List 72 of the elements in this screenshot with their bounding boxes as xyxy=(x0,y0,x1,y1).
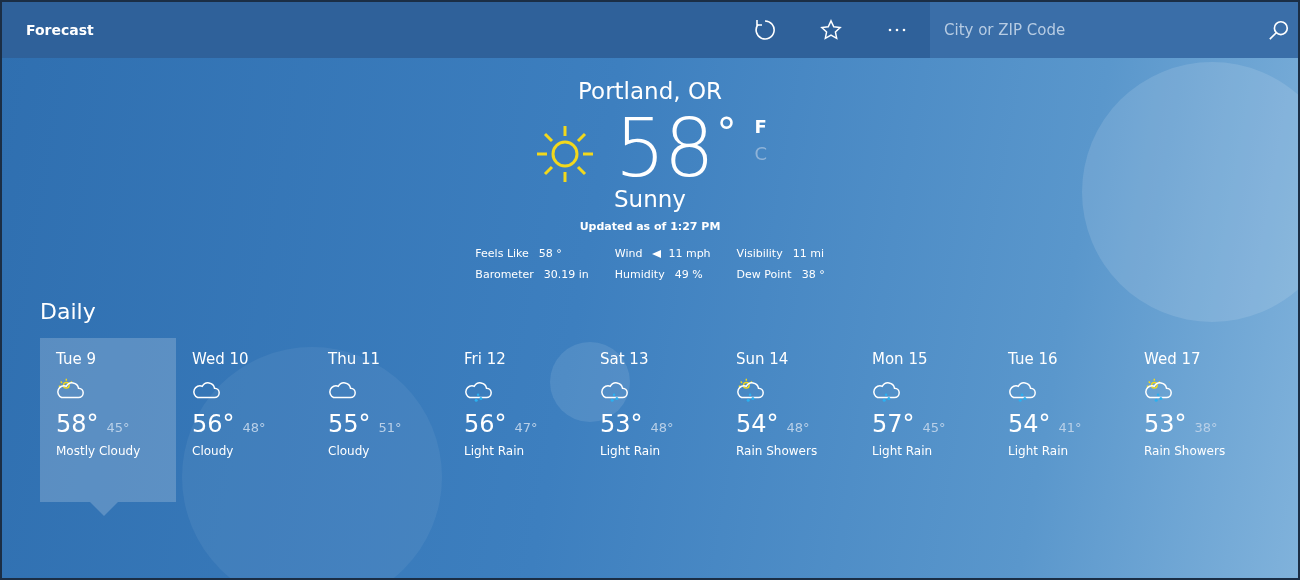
low-temperature: 48° xyxy=(786,420,810,435)
high-temperature: 55° xyxy=(328,410,371,438)
star-icon[interactable] xyxy=(820,19,842,41)
sun-rain-cloud-icon xyxy=(1144,376,1174,404)
detail-label: Humidity xyxy=(614,268,665,281)
high-temperature: 57° xyxy=(872,410,915,438)
day-condition: Rain Showers xyxy=(1144,444,1226,458)
day-forecast-tile[interactable]: Sat 13 53° 48° Light Rain xyxy=(584,338,720,502)
high-temperature: 54° xyxy=(736,410,779,438)
day-forecast-tile[interactable]: Wed 10 56° 48° Cloudy xyxy=(176,338,312,502)
detail-label: Wind xyxy=(614,247,643,260)
day-name: Fri 12 xyxy=(464,350,506,368)
day-condition: Rain Showers xyxy=(736,444,818,458)
more-icon[interactable] xyxy=(887,28,907,32)
section-title: Daily xyxy=(40,299,97,324)
degree-symbol: ° xyxy=(716,109,737,158)
low-temperature: 45° xyxy=(106,420,130,435)
day-name: Wed 10 xyxy=(192,350,249,368)
high-temperature: 56° xyxy=(464,410,507,438)
day-condition: Light Rain xyxy=(872,444,933,458)
day-forecast-tile[interactable]: Tue 16 54° 41° Light Rain xyxy=(992,338,1128,502)
day-condition: Mostly Cloudy xyxy=(56,444,141,458)
high-temperature: 58° xyxy=(56,410,99,438)
low-temperature: 38° xyxy=(1194,420,1218,435)
day-forecast-tile[interactable]: Mon 15 57° 45° Light Rain xyxy=(856,338,992,502)
detail-label: Feels Like xyxy=(475,247,529,260)
detail-label: Dew Point xyxy=(736,268,792,281)
selection-pointer xyxy=(90,502,118,516)
day-condition: Cloudy xyxy=(192,444,234,458)
low-temperature: 41° xyxy=(1058,420,1082,435)
high-temperature: 53° xyxy=(1144,410,1187,438)
day-condition: Light Rain xyxy=(1008,444,1069,458)
day-forecast-tile[interactable]: Wed 17 53° 38° Rain Showers xyxy=(1128,338,1264,502)
refresh-icon[interactable] xyxy=(753,18,777,42)
updated-time: Updated as of 1:27 PM xyxy=(579,220,721,233)
low-temperature: 48° xyxy=(650,420,674,435)
detail-value: 49 % xyxy=(674,268,703,281)
detail-value: 30.19 in xyxy=(543,268,589,281)
day-name: Tue 9 xyxy=(56,350,96,368)
day-forecast-tile[interactable]: Sun 14 54° 48° Rain Showers xyxy=(720,338,856,502)
wind-direction-icon xyxy=(652,249,663,258)
low-temperature: 47° xyxy=(514,420,538,435)
high-temperature: 56° xyxy=(192,410,235,438)
high-temperature: 54° xyxy=(1008,410,1051,438)
search-icon[interactable] xyxy=(1268,19,1290,41)
day-forecast-tile[interactable]: Fri 12 56° 47° Light Rain xyxy=(448,338,584,502)
app-title: Forecast xyxy=(26,22,95,38)
day-name: Mon 15 xyxy=(872,350,928,368)
search-field[interactable]: City or ZIP Code xyxy=(942,20,1268,40)
detail-value: 11 mph xyxy=(668,247,711,260)
low-temperature: 51° xyxy=(378,420,402,435)
day-forecast-tile[interactable]: Thu 11 55° 51° Cloudy xyxy=(312,338,448,502)
detail-label: Visibility xyxy=(736,247,783,260)
detail-label: Barometer xyxy=(475,268,534,281)
detail-value: 58 ° xyxy=(538,247,562,260)
detail-value: 38 ° xyxy=(801,268,825,281)
day-name: Wed 17 xyxy=(1144,350,1201,368)
day-condition: Light Rain xyxy=(600,444,661,458)
detail-value: 11 mi xyxy=(792,247,824,260)
day-condition: Cloudy xyxy=(328,444,370,458)
day-condition: Light Rain xyxy=(464,444,525,458)
day-name: Sun 14 xyxy=(736,350,789,368)
unit-toggle[interactable]: F xyxy=(754,116,768,137)
location-name: Portland, OR xyxy=(578,78,722,104)
low-temperature: 48° xyxy=(242,420,266,435)
day-name: Sat 13 xyxy=(600,350,649,368)
low-temperature: 45° xyxy=(922,420,946,435)
high-temperature: 53° xyxy=(600,410,643,438)
day-name: Thu 11 xyxy=(328,350,381,368)
search-bar[interactable]: City or ZIP Code xyxy=(930,2,1298,58)
sun-rain-cloud-icon xyxy=(736,376,766,404)
day-name: Tue 16 xyxy=(1008,350,1058,368)
